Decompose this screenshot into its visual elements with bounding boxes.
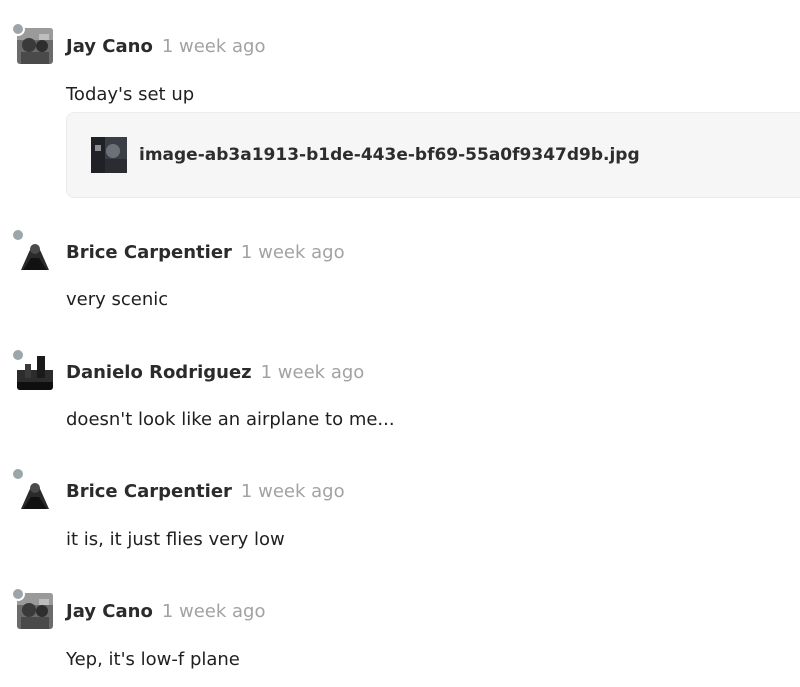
message-text: Today's set up — [66, 84, 195, 105]
message-header: Jay Cano 1 week ago — [66, 600, 266, 624]
message-text: very scenic — [66, 289, 169, 310]
presence-indicator — [11, 467, 25, 481]
presence-indicator — [11, 348, 25, 362]
presence-indicator — [11, 22, 25, 36]
file-attachment[interactable]: image-ab3a1913-b1de-443e-bf69-55a0f9347d… — [66, 112, 800, 198]
presence-indicator — [11, 228, 25, 242]
message-text: it is, it just flies very low — [66, 529, 285, 550]
message-text: doesn't look like an airplane to me... — [66, 409, 395, 430]
message-timestamp: 1 week ago — [240, 242, 345, 263]
author-name[interactable]: Brice Carpentier — [66, 481, 232, 502]
author-name[interactable]: Brice Carpentier — [66, 242, 232, 263]
message-timestamp: 1 week ago — [161, 601, 266, 622]
presence-indicator — [11, 587, 25, 601]
message-header: Brice Carpentier 1 week ago — [66, 241, 345, 265]
attachment-filename[interactable]: image-ab3a1913-b1de-443e-bf69-55a0f9347d… — [139, 144, 640, 166]
author-name[interactable]: Danielo Rodriguez — [66, 362, 252, 383]
message-timestamp: 1 week ago — [161, 36, 266, 57]
author-name[interactable]: Jay Cano — [66, 36, 153, 57]
message-header: Jay Cano 1 week ago — [66, 35, 266, 59]
author-name[interactable]: Jay Cano — [66, 601, 153, 622]
message-header: Danielo Rodriguez 1 week ago — [66, 361, 364, 385]
message-timestamp: 1 week ago — [260, 362, 365, 383]
image-thumbnail-icon — [91, 137, 127, 173]
message-header: Brice Carpentier 1 week ago — [66, 480, 345, 504]
message-timestamp: 1 week ago — [240, 481, 345, 502]
message-text: Yep, it's low-f plane — [66, 649, 240, 670]
